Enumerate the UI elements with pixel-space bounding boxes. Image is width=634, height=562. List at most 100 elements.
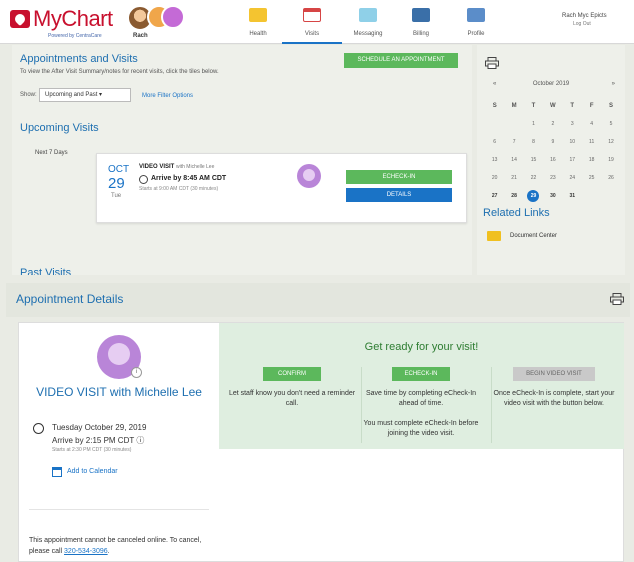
calendar-day bbox=[504, 115, 523, 133]
calendar-day[interactable]: 7 bbox=[504, 133, 523, 151]
more-filter-options-link[interactable]: More Filter Options bbox=[142, 93, 193, 99]
avatar[interactable] bbox=[161, 5, 185, 29]
calendar-day-number: 29 bbox=[527, 190, 540, 202]
add-to-calendar-link[interactable]: Add to Calendar bbox=[67, 468, 118, 475]
calendar-week-row: 13 14 15 16 17 18 19 bbox=[485, 151, 621, 169]
visit-card[interactable]: OCT 29 Tue VIDEO VISIT with Michelle Lee… bbox=[96, 153, 467, 223]
calendar-day[interactable]: 8 bbox=[524, 133, 543, 151]
printer-icon[interactable] bbox=[610, 293, 624, 305]
calendar-day-number: 26 bbox=[608, 175, 614, 181]
calendar-week-row: 20 21 22 23 24 25 26 bbox=[485, 169, 621, 187]
clock-icon bbox=[139, 175, 148, 184]
calendar-next-button[interactable]: » bbox=[612, 81, 615, 87]
schedule-appointment-button[interactable]: SCHEDULE AN APPOINTMENT bbox=[344, 53, 458, 68]
calendar-day[interactable]: 15 bbox=[524, 151, 543, 169]
calendar-day[interactable]: 16 bbox=[543, 151, 562, 169]
nav-visits[interactable]: Visits bbox=[282, 0, 342, 44]
appointment-details-panel: i VIDEO VISIT with Michelle Lee Tuesday … bbox=[18, 322, 624, 562]
calendar-day[interactable]: 23 bbox=[543, 169, 562, 187]
logout-link[interactable]: Log Out bbox=[573, 21, 591, 27]
calendar-day-number: 2 bbox=[551, 121, 555, 127]
calendar-day[interactable]: 31 bbox=[563, 187, 582, 205]
calendar-day[interactable]: 24 bbox=[563, 169, 582, 187]
page-title: Appointments and Visits bbox=[20, 53, 138, 65]
calendar-day[interactable]: 4 bbox=[582, 115, 601, 133]
show-label: Show: bbox=[20, 92, 37, 98]
nav-messaging[interactable]: Messaging bbox=[338, 0, 398, 44]
step-echeck-in: ECHECK-IN Save time by completing eCheck… bbox=[356, 367, 486, 439]
calendar-day[interactable]: 28 bbox=[504, 187, 523, 205]
avatar-name: Rach bbox=[133, 33, 148, 39]
divider bbox=[29, 509, 209, 510]
confirm-button[interactable]: CONFIRM bbox=[263, 367, 321, 381]
upcoming-visits-heading: Upcoming Visits bbox=[20, 122, 99, 134]
calendar-day-number: 3 bbox=[570, 121, 574, 127]
calendar-day[interactable]: 13 bbox=[485, 151, 504, 169]
calendar-day[interactable]: 20 bbox=[485, 169, 504, 187]
calendar-day[interactable]: 1 bbox=[524, 115, 543, 133]
calendar-day[interactable]: 22 bbox=[524, 169, 543, 187]
document-center-link[interactable]: Document Center bbox=[510, 233, 557, 239]
visit-date: Tuesday October 29, 2019 bbox=[52, 423, 147, 432]
calendar-week-row: 6 7 8 9 10 11 12 bbox=[485, 133, 621, 151]
profile-name[interactable]: Rach Myc Epicts bbox=[562, 13, 607, 19]
calendar-day-number: 31 bbox=[569, 193, 576, 199]
calendar-weekday: T bbox=[531, 103, 536, 109]
calendar-day[interactable]: 17 bbox=[563, 151, 582, 169]
info-icon[interactable]: i bbox=[131, 367, 142, 378]
get-ready-panel: Get ready for your visit! CONFIRM Let st… bbox=[219, 323, 624, 449]
calendar-day[interactable]: 9 bbox=[543, 133, 562, 151]
calendar-day[interactable]: 6 bbox=[485, 133, 504, 151]
details-button[interactable]: DETAILS bbox=[346, 188, 452, 202]
calendar-day-number: 20 bbox=[491, 175, 498, 181]
calendar-day[interactable]: 30 bbox=[543, 187, 562, 205]
mychart-logo[interactable]: MyChart Powered by CentraCare bbox=[10, 6, 118, 40]
proxy-avatars[interactable]: Rach bbox=[125, 2, 189, 42]
calendar-weekday-row: SMTWTFS bbox=[485, 97, 621, 115]
nav-billing[interactable]: Billing bbox=[391, 0, 451, 44]
printer-icon[interactable] bbox=[485, 57, 499, 69]
clock-icon bbox=[33, 423, 44, 434]
calendar-day-number: 23 bbox=[550, 175, 556, 181]
calendar-icon bbox=[303, 8, 321, 22]
calendar-day-number: 10 bbox=[569, 139, 576, 145]
echeck-in-button[interactable]: ECHECK-IN bbox=[346, 170, 452, 184]
nav-health[interactable]: Health bbox=[228, 0, 288, 44]
calendar-day[interactable]: 26 bbox=[601, 169, 620, 187]
phone-link[interactable]: 320-534-3096 bbox=[64, 548, 108, 555]
calendar-day[interactable]: 11 bbox=[582, 133, 601, 151]
nav-label: Visits bbox=[304, 31, 320, 37]
calendar-day-number: 1 bbox=[532, 121, 535, 127]
calendar-day-number: 19 bbox=[608, 157, 614, 163]
logo-subtitle: Powered by CentraCare bbox=[48, 33, 102, 39]
calendar-day[interactable]: 21 bbox=[504, 169, 523, 187]
calendar-day[interactable]: 10 bbox=[563, 133, 582, 151]
echeck-in-button[interactable]: ECHECK-IN bbox=[392, 367, 450, 381]
calendar-weekday: W bbox=[550, 103, 556, 109]
calendar-day[interactable]: 27 bbox=[485, 187, 504, 205]
calendar-weekday: S bbox=[609, 103, 614, 109]
visit-day: 29 bbox=[108, 175, 125, 192]
begin-video-visit-button[interactable]: BEGIN VIDEO VISIT bbox=[513, 367, 595, 381]
calendar-day[interactable]: 19 bbox=[601, 151, 620, 169]
nav-profile[interactable]: Profile bbox=[446, 0, 506, 44]
calendar-day[interactable]: 12 bbox=[601, 133, 620, 151]
calendar-day[interactable]: 5 bbox=[601, 115, 620, 133]
calendar-day-number: 16 bbox=[550, 157, 556, 163]
nav-label: Billing bbox=[412, 31, 429, 37]
calendar-header: « October 2019 » bbox=[477, 81, 625, 93]
calendar-day[interactable]: 25 bbox=[582, 169, 601, 187]
step-begin-video: BEGIN VIDEO VISIT Once eCheck-In is comp… bbox=[489, 367, 619, 409]
calendar-day[interactable]: 2 bbox=[543, 115, 562, 133]
calendar-week-row: 1 2 3 4 5 bbox=[485, 115, 621, 133]
get-ready-heading: Get ready for your visit! bbox=[364, 341, 479, 353]
calendar-day[interactable]: 3 bbox=[563, 115, 582, 133]
calendar-day[interactable]: 29 bbox=[524, 187, 543, 205]
calendar-day[interactable]: 14 bbox=[504, 151, 523, 169]
cancel-end: . bbox=[107, 548, 110, 555]
sidebar: « October 2019 » S M T W T F S 1 2 3 4 5 6 7 8 9 10 11 12 1… bbox=[477, 45, 625, 275]
calendar-day[interactable]: 18 bbox=[582, 151, 601, 169]
calendar-day-number: 6 bbox=[493, 139, 497, 145]
health-icon bbox=[249, 8, 267, 22]
show-filter-select[interactable]: Upcoming and Past ▾ bbox=[39, 88, 131, 102]
